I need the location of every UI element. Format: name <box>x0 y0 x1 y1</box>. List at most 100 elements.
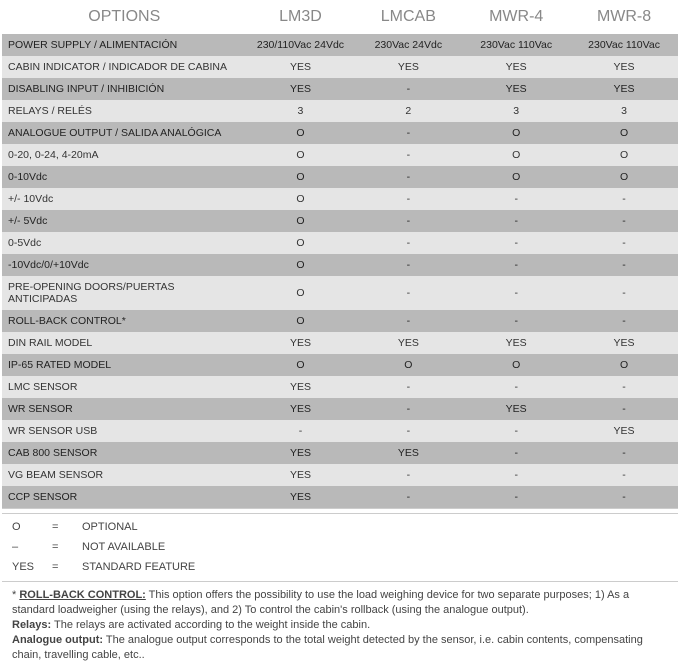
row-value: - <box>570 188 678 210</box>
row-value: O <box>247 188 355 210</box>
header-col-0: LM3D <box>247 2 355 34</box>
legend-row: O=OPTIONAL <box>12 518 668 538</box>
row-value: - <box>354 310 462 332</box>
row-value: O <box>570 144 678 166</box>
row-value: YES <box>354 442 462 464</box>
row-value: YES <box>247 78 355 100</box>
row-value: YES <box>354 332 462 354</box>
row-value: YES <box>247 398 355 420</box>
header-options: OPTIONS <box>2 2 247 34</box>
row-value: O <box>247 122 355 144</box>
table-row: VG BEAM SENSORYES--- <box>2 464 678 486</box>
row-label: CCP SENSOR <box>2 486 247 509</box>
table-row: CCP SENSORYES--- <box>2 486 678 509</box>
row-value: - <box>462 376 570 398</box>
table-row: POWER SUPPLY / ALIMENTACIÓN230/110Vac 24… <box>2 34 678 56</box>
row-value: - <box>570 232 678 254</box>
footnotes: * ROLL-BACK CONTROL: This option offers … <box>2 582 678 662</box>
row-value: O <box>247 232 355 254</box>
note-rollback-title: ROLL-BACK CONTROL: <box>19 589 145 601</box>
row-label: 0-10Vdc <box>2 166 247 188</box>
row-label: LMC SENSOR <box>2 376 247 398</box>
row-value: - <box>462 442 570 464</box>
row-value: - <box>462 310 570 332</box>
row-value: YES <box>247 442 355 464</box>
row-label: -10Vdc/0/+10Vdc <box>2 254 247 276</box>
legend-text: STANDARD FEATURE <box>82 558 195 578</box>
legend-eq: = <box>52 518 82 538</box>
row-label: RELAYS / RELÉS <box>2 100 247 122</box>
legend-symbol: YES <box>12 558 52 578</box>
row-value: - <box>570 486 678 509</box>
note-analogue: Analogue output: The analogue output cor… <box>12 633 668 663</box>
row-value: - <box>354 210 462 232</box>
options-table: OPTIONS LM3D LMCAB MWR-4 MWR-8 POWER SUP… <box>2 2 678 509</box>
row-value: YES <box>247 376 355 398</box>
row-label: WR SENSOR USB <box>2 420 247 442</box>
note-rollback: * ROLL-BACK CONTROL: This option offers … <box>12 588 668 618</box>
row-value: O <box>462 144 570 166</box>
table-row: ANALOGUE OUTPUT / SALIDA ANALÓGICAO-OO <box>2 122 678 144</box>
row-value: - <box>462 210 570 232</box>
header-col-3: MWR-8 <box>570 2 678 34</box>
table-row: -10Vdc/0/+10VdcO--- <box>2 254 678 276</box>
row-value: - <box>462 276 570 310</box>
row-value: - <box>462 188 570 210</box>
legend-text: OPTIONAL <box>82 518 138 538</box>
row-value: - <box>354 464 462 486</box>
row-value: O <box>247 310 355 332</box>
note-relays-title: Relays: <box>12 619 51 631</box>
row-value: O <box>570 354 678 376</box>
row-value: 230/110Vac 24Vdc <box>247 34 355 56</box>
row-value: - <box>462 464 570 486</box>
row-value: O <box>570 166 678 188</box>
row-label: +/- 10Vdc <box>2 188 247 210</box>
row-value: O <box>247 276 355 310</box>
legend-text: NOT AVAILABLE <box>82 538 165 558</box>
table-row: +/- 5VdcO--- <box>2 210 678 232</box>
row-value: - <box>570 398 678 420</box>
legend-symbol: – <box>12 538 52 558</box>
row-value: O <box>462 354 570 376</box>
note-relays-text: The relays are activated according to th… <box>51 619 370 631</box>
note-analogue-text: The analogue output corresponds to the t… <box>12 634 643 661</box>
row-value: 230Vac 110Vac <box>462 34 570 56</box>
row-label: 0-5Vdc <box>2 232 247 254</box>
row-value: - <box>570 254 678 276</box>
row-value: 230Vac 24Vdc <box>354 34 462 56</box>
note-relays: Relays: The relays are activated accordi… <box>12 618 668 633</box>
legend-row: –=NOT AVAILABLE <box>12 538 668 558</box>
row-value: YES <box>247 332 355 354</box>
row-value: YES <box>354 56 462 78</box>
row-value: - <box>570 464 678 486</box>
row-value: 3 <box>247 100 355 122</box>
row-value: 3 <box>570 100 678 122</box>
row-value: O <box>247 254 355 276</box>
row-label: CAB 800 SENSOR <box>2 442 247 464</box>
table-row: +/- 10VdcO--- <box>2 188 678 210</box>
row-value: - <box>354 398 462 420</box>
table-row: WR SENSORYES-YES- <box>2 398 678 420</box>
row-value: O <box>462 122 570 144</box>
row-label: DIN RAIL MODEL <box>2 332 247 354</box>
row-value: YES <box>570 56 678 78</box>
note-analogue-title: Analogue output: <box>12 634 103 646</box>
row-value: O <box>247 166 355 188</box>
row-value: - <box>354 166 462 188</box>
row-value: - <box>354 78 462 100</box>
table-row: 0-5VdcO--- <box>2 232 678 254</box>
table-row: PRE-OPENING DOORS/PUERTAS ANTICIPADASO--… <box>2 276 678 310</box>
row-value: YES <box>247 464 355 486</box>
row-label: IP-65 RATED MODEL <box>2 354 247 376</box>
row-value: YES <box>570 420 678 442</box>
row-value: YES <box>462 56 570 78</box>
row-value: O <box>247 210 355 232</box>
row-label: PRE-OPENING DOORS/PUERTAS ANTICIPADAS <box>2 276 247 310</box>
legend-row: YES=STANDARD FEATURE <box>12 558 668 578</box>
row-value: YES <box>247 486 355 509</box>
row-value: - <box>462 232 570 254</box>
row-value: - <box>570 310 678 332</box>
row-label: ANALOGUE OUTPUT / SALIDA ANALÓGICA <box>2 122 247 144</box>
row-value: - <box>462 420 570 442</box>
row-value: O <box>462 166 570 188</box>
